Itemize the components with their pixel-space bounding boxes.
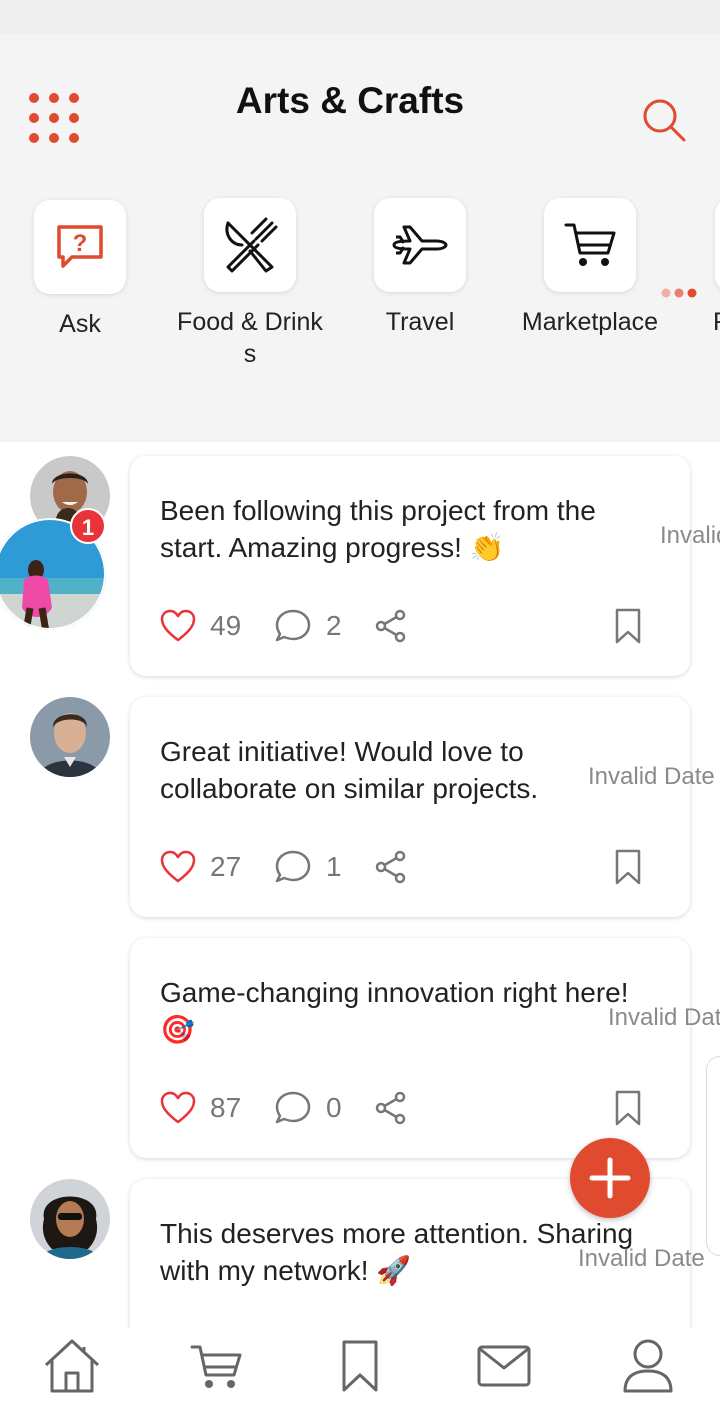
search-icon[interactable] bbox=[640, 96, 688, 144]
bookmark-icon bbox=[342, 1340, 378, 1392]
share-icon bbox=[375, 850, 406, 884]
post-actions: 87 0 bbox=[160, 1088, 660, 1128]
category-tile[interactable] bbox=[544, 198, 636, 292]
notification-badge: 1 bbox=[70, 508, 106, 544]
like-button[interactable]: 87 bbox=[160, 1088, 241, 1128]
grid-menu-icon[interactable] bbox=[28, 92, 80, 144]
airplane-icon bbox=[392, 225, 448, 265]
post-date: Invalid Date bbox=[588, 763, 715, 790]
post-date: Invalid Date bbox=[660, 522, 720, 549]
bookmark-button[interactable] bbox=[614, 606, 642, 646]
like-count: 49 bbox=[210, 610, 242, 641]
post-date: Invalid Date bbox=[608, 1004, 720, 1031]
comment-count: 1 bbox=[326, 851, 342, 882]
post-actions: 27 1 bbox=[160, 847, 660, 887]
nav-bookmarks[interactable] bbox=[288, 1334, 432, 1398]
category-label: Marketplace bbox=[521, 308, 659, 336]
heart-icon bbox=[160, 850, 196, 883]
category-tile[interactable] bbox=[204, 198, 296, 292]
avatar[interactable] bbox=[30, 697, 110, 777]
category-tile[interactable]: ? bbox=[34, 200, 126, 294]
mail-icon bbox=[477, 1345, 531, 1387]
post-card: Game-changing innovation right here! 🎯 8… bbox=[0, 924, 720, 1158]
category-label: Travel bbox=[385, 308, 455, 336]
bottom-navigation bbox=[0, 1328, 720, 1416]
avatar[interactable] bbox=[30, 1179, 110, 1259]
comment-card[interactable]: Great initiative! Would love to collabor… bbox=[130, 697, 690, 917]
share-icon bbox=[375, 609, 406, 643]
comment-card[interactable]: Been following this project from the sta… bbox=[130, 456, 690, 676]
post-text: Game-changing innovation right here! 🎯 bbox=[160, 977, 629, 1045]
heart-icon bbox=[160, 609, 196, 642]
category-travel[interactable]: Travel bbox=[335, 198, 505, 338]
nav-cart[interactable] bbox=[144, 1334, 288, 1398]
category-partial[interactable]: F bbox=[675, 198, 720, 338]
category-tile[interactable] bbox=[374, 198, 466, 292]
svg-text:?: ? bbox=[73, 230, 88, 257]
pagination-dots bbox=[660, 286, 700, 298]
comment-card[interactable]: Game-changing innovation right here! 🎯 8… bbox=[130, 938, 690, 1158]
bookmark-icon bbox=[615, 849, 641, 885]
side-card bbox=[706, 1056, 720, 1256]
comment-button[interactable]: 2 bbox=[274, 606, 342, 646]
share-icon bbox=[375, 1091, 406, 1125]
home-icon bbox=[44, 1339, 100, 1393]
nav-messages[interactable] bbox=[432, 1334, 576, 1398]
share-button[interactable] bbox=[374, 1088, 408, 1128]
category-tile[interactable] bbox=[715, 198, 720, 292]
category-ask[interactable]: ? Ask bbox=[0, 200, 165, 340]
post-card: Great initiative! Would love to collabor… bbox=[0, 683, 720, 917]
status-bar bbox=[0, 0, 720, 34]
like-count: 27 bbox=[210, 851, 242, 882]
page-title: Arts & Crafts bbox=[235, 80, 465, 121]
comment-count: 0 bbox=[326, 1092, 342, 1123]
add-post-button[interactable] bbox=[570, 1138, 650, 1218]
story-avatar[interactable]: 1 bbox=[0, 508, 110, 632]
like-button[interactable]: 27 bbox=[160, 847, 241, 887]
nav-profile[interactable] bbox=[576, 1334, 720, 1398]
speech-bubble-icon bbox=[275, 850, 311, 883]
comment-button[interactable]: 1 bbox=[274, 847, 342, 887]
heart-icon bbox=[160, 1091, 196, 1124]
category-food-drinks[interactable]: Food & Drinks bbox=[165, 198, 335, 370]
bookmark-icon bbox=[615, 608, 641, 644]
category-label: Food & Drinks bbox=[177, 308, 323, 368]
speech-bubble-icon bbox=[275, 609, 311, 642]
question-chat-icon: ? bbox=[57, 225, 103, 268]
comment-button[interactable]: 0 bbox=[274, 1088, 342, 1128]
cart-icon bbox=[190, 1345, 242, 1388]
post-text: Great initiative! Would love to collabor… bbox=[160, 736, 539, 804]
like-count: 87 bbox=[210, 1092, 242, 1123]
post-actions: 49 2 bbox=[160, 606, 660, 646]
speech-bubble-icon bbox=[275, 1091, 311, 1124]
nav-home[interactable] bbox=[0, 1334, 144, 1398]
fork-knife-icon bbox=[225, 217, 278, 273]
plus-icon bbox=[589, 1157, 631, 1199]
category-label: Ask bbox=[59, 310, 101, 338]
category-marketplace[interactable]: Marketplace bbox=[505, 198, 675, 338]
share-button[interactable] bbox=[374, 606, 408, 646]
like-button[interactable]: 49 bbox=[160, 606, 241, 646]
category-label-partial: F bbox=[675, 306, 720, 338]
profile-icon bbox=[623, 1339, 673, 1393]
bookmark-button[interactable] bbox=[614, 1088, 642, 1128]
bookmark-button[interactable] bbox=[614, 847, 642, 887]
cart-icon bbox=[564, 223, 616, 266]
post-text: Been following this project from the sta… bbox=[160, 495, 596, 563]
post-date: Invalid Date bbox=[578, 1245, 705, 1272]
bookmark-icon bbox=[615, 1090, 641, 1126]
comment-count: 2 bbox=[326, 610, 342, 641]
share-button[interactable] bbox=[374, 847, 408, 887]
